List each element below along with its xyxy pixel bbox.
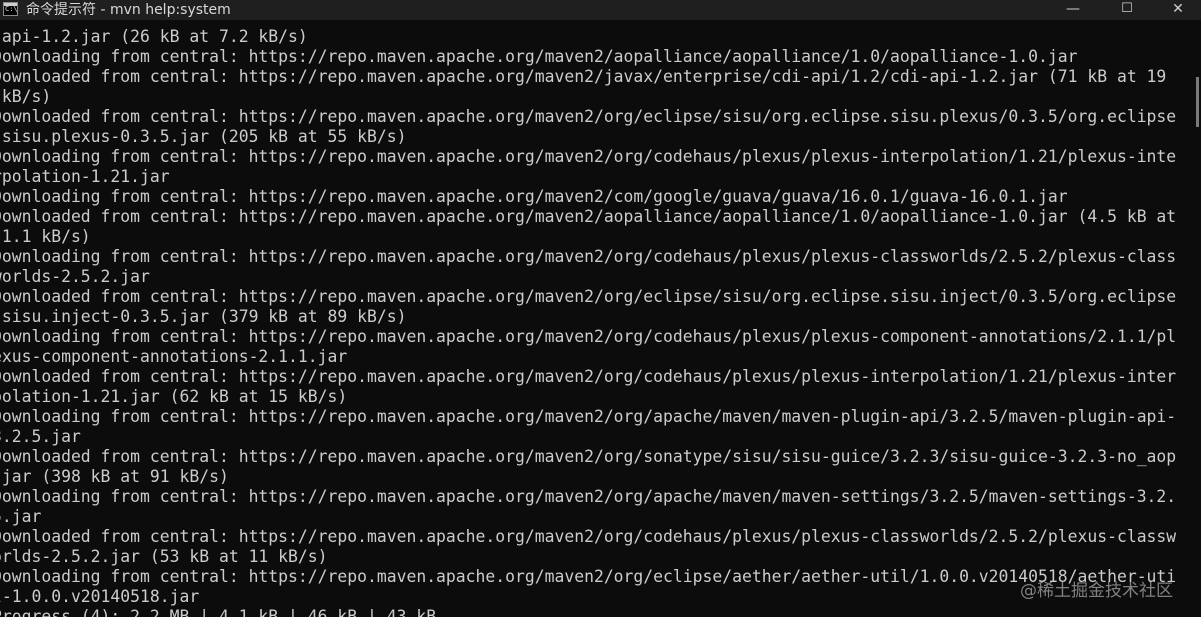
console-line: l-1.0.0.v20140518.jar: [0, 587, 200, 606]
icon-prompt-glyph: C:\: [5, 5, 18, 13]
console-line: Downloading from central: https://repo.m…: [0, 47, 1078, 66]
console-lines: -api-1.2.jar (26 kB at 7.2 kB/s) Download…: [0, 27, 1176, 617]
console-line: Downloading from central: https://repo.m…: [0, 147, 1177, 166]
console-line: .sisu.plexus-0.3.5.jar (205 kB at 55 kB/…: [0, 127, 407, 146]
console-line: Downloading from central: https://repo.m…: [0, 247, 1177, 266]
console-line: 3.2.5.jar: [0, 427, 81, 446]
console-line: -api-1.2.jar (26 kB at 7.2 kB/s): [0, 27, 308, 46]
vertical-scrollbar[interactable]: [1190, 20, 1201, 617]
console-line: polation-1.21.jar (62 kB at 15 kB/s): [0, 387, 348, 406]
console-line: Downloaded from central: https://repo.ma…: [0, 207, 1177, 226]
console-line: Downloading from central: https://repo.m…: [0, 407, 1177, 426]
console-line: Downloading from central: https://repo.m…: [0, 187, 1068, 206]
console-line: Downloading from central: https://repo.m…: [0, 567, 1177, 586]
title-bar[interactable]: C:\ 命令提示符 - mvn help:system — ☐ ✕: [0, 0, 1201, 20]
console-line: .jar (398 kB at 91 kB/s): [0, 467, 229, 486]
console-line: Downloading from central: https://repo.m…: [0, 487, 1177, 506]
console-line: Downloaded from central: https://repo.ma…: [0, 107, 1177, 126]
console-line: Downloaded from central: https://repo.ma…: [0, 447, 1177, 466]
window-title: 命令提示符 - mvn help:system: [26, 2, 231, 18]
console-line: kB/s): [1, 87, 52, 106]
minimize-button[interactable]: —: [1050, 0, 1096, 20]
console-line: Downloaded from central: https://repo.ma…: [0, 67, 1167, 86]
console-output[interactable]: -api-1.2.jar (26 kB at 7.2 kB/s) Download…: [0, 20, 1190, 617]
console-line: 1.1 kB/s): [0, 227, 91, 246]
console-line: Progress (4): 2.2 MB | 4.1 kB | 46 kB | …: [0, 607, 437, 617]
watermark: @稀土掘金技术社区: [1020, 581, 1173, 601]
console-line: rpolation-1.21.jar: [0, 167, 170, 186]
console-line: Downloaded from central: https://repo.ma…: [0, 527, 1177, 546]
console-line: worlds-2.5.2.jar: [0, 267, 150, 286]
console-line: .sisu.inject-0.3.5.jar (379 kB at 89 kB/…: [0, 307, 407, 326]
console-line: orlds-2.5.2.jar (53 kB at 11 kB/s): [0, 547, 328, 566]
console-line: 5.jar: [0, 507, 42, 526]
console-line: Downloading from central: https://repo.m…: [0, 327, 1177, 346]
scrollbar-thumb[interactable]: [1196, 77, 1199, 127]
console-line: exus-component-annotations-2.1.1.jar: [0, 347, 348, 366]
terminal-window: C:\ 命令提示符 - mvn help:system — ☐ ✕ -api-1…: [0, 0, 1201, 617]
console-line: Downloaded from central: https://repo.ma…: [0, 367, 1177, 386]
maximize-button[interactable]: ☐: [1104, 0, 1150, 20]
close-button[interactable]: ✕: [1155, 0, 1201, 20]
console-line: Downloaded from central: https://repo.ma…: [0, 287, 1177, 306]
command-prompt-icon[interactable]: C:\: [3, 2, 18, 16]
